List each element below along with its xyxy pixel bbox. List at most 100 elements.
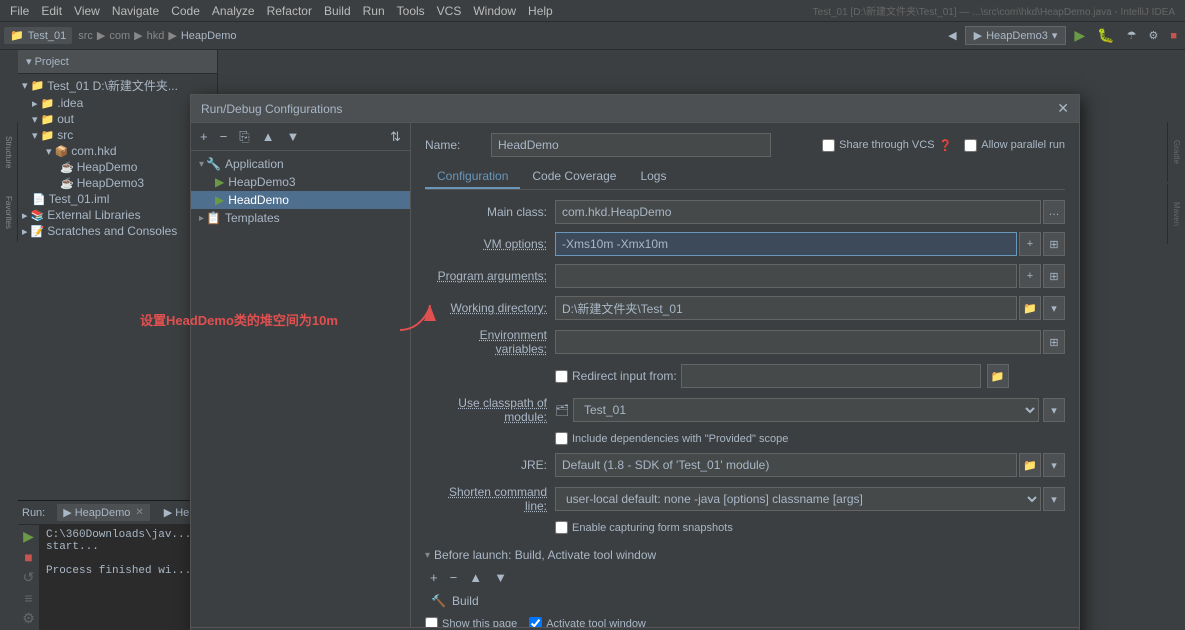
menu-analyze[interactable]: Analyze: [206, 4, 261, 18]
shorten-cmd-label: Shorten command line:: [425, 485, 555, 513]
tree-item-heapdemo3[interactable]: ☕ HeapDemo3: [18, 175, 217, 191]
menu-view[interactable]: View: [68, 4, 106, 18]
show-page-checkbox[interactable]: [425, 617, 438, 627]
dtree-templates[interactable]: ▸ 📋 Templates: [191, 209, 410, 227]
redirect-browse-btn[interactable]: 📁: [987, 364, 1009, 388]
dtree-headdemo[interactable]: ▶ HeadDemo: [191, 191, 410, 209]
debug-btn[interactable]: 🐛: [1093, 25, 1118, 46]
tab-configuration[interactable]: Configuration: [425, 165, 520, 189]
tree-item-scratches[interactable]: ▸ 📝 Scratches and Consoles: [18, 223, 217, 239]
enable-capture-checkbox[interactable]: [555, 521, 568, 534]
working-dir-expand-btn[interactable]: ▾: [1043, 296, 1065, 320]
ide-window: File Edit View Navigate Code Analyze Ref…: [0, 0, 1185, 630]
redirect-path-input[interactable]: [681, 364, 981, 388]
dialog-close-btn[interactable]: ✕: [1057, 100, 1069, 117]
menu-code[interactable]: Code: [165, 4, 206, 18]
vm-options-fullscreen-btn[interactable]: ⊞: [1043, 232, 1065, 256]
shorten-cmd-select[interactable]: user-local default: none -java [options]…: [555, 487, 1041, 511]
run-debug-dialog: Run/Debug Configurations ✕ + − ⎘ ▲ ▼ ⇅: [190, 94, 1080, 630]
menu-refactor[interactable]: Refactor: [261, 4, 318, 18]
tree-item-src[interactable]: ▾ 📁 src: [18, 127, 217, 143]
jre-expand-btn[interactable]: ▾: [1043, 453, 1065, 477]
run-tab-close-heapdemo[interactable]: ✕: [135, 507, 143, 518]
jre-browse-btn[interactable]: 📁: [1019, 453, 1041, 477]
tree-item-test01[interactable]: ▾ 📁 Test_01 D:\新建文件夹...: [18, 76, 217, 95]
working-dir-row: Working directory: 📁 ▾: [425, 296, 1065, 320]
menu-window[interactable]: Window: [467, 4, 522, 18]
name-input[interactable]: [491, 133, 771, 157]
dialog-copy-btn[interactable]: ⎘: [234, 127, 254, 147]
run-stop-btn[interactable]: ■: [23, 548, 33, 566]
activate-tool-checkbox[interactable]: [529, 617, 542, 627]
menu-run[interactable]: Run: [357, 4, 391, 18]
dtree-application[interactable]: ▾ 🔧 Application: [191, 155, 410, 173]
vm-options-expand-btn[interactable]: +: [1019, 232, 1041, 256]
tree-item-iml[interactable]: 📄 Test_01.iml: [18, 191, 217, 207]
redirect-checkbox[interactable]: [555, 370, 568, 383]
tree-item-heapdemo[interactable]: ☕ HeapDemo: [18, 159, 217, 175]
run-play-btn[interactable]: ▶: [22, 527, 35, 546]
tree-item-ext-libs[interactable]: ▸ 📚 External Libraries: [18, 207, 217, 223]
vm-options-input[interactable]: [555, 232, 1017, 256]
dialog-left-toolbar: + − ⎘ ▲ ▼ ⇅: [191, 123, 410, 151]
gradle-icon[interactable]: Gradle: [1167, 122, 1185, 182]
coverage-btn[interactable]: ☂: [1123, 27, 1141, 44]
tree-item-idea[interactable]: ▸ 📁 .idea: [18, 95, 217, 111]
run-scroll-btn[interactable]: ≡: [23, 589, 33, 607]
jre-input[interactable]: [555, 453, 1017, 477]
main-class-input[interactable]: [555, 200, 1041, 224]
program-args-fullscreen-btn[interactable]: ⊞: [1043, 264, 1065, 288]
dialog-move-down-btn[interactable]: ▼: [281, 127, 304, 146]
structure-icon[interactable]: Structure: [0, 122, 18, 182]
tree-item-out[interactable]: ▾ 📁 out: [18, 111, 217, 127]
env-vars-input[interactable]: [555, 330, 1041, 354]
menu-tools[interactable]: Tools: [391, 4, 431, 18]
menu-build[interactable]: Build: [318, 4, 357, 18]
include-deps-checkbox[interactable]: [555, 432, 568, 445]
program-args-input[interactable]: [555, 264, 1017, 288]
project-panel: ▾ Project ▾ 📁 Test_01 D:\新建文件夹... ▸ 📁 .i…: [18, 50, 218, 630]
back-btn[interactable]: ◀: [944, 27, 960, 44]
classpath-expand-btn[interactable]: ▾: [1043, 398, 1065, 422]
tab-logs[interactable]: Logs: [628, 165, 678, 189]
tab-code-coverage[interactable]: Code Coverage: [520, 165, 628, 189]
dialog-title: Run/Debug Configurations: [201, 102, 342, 116]
before-launch-remove-btn[interactable]: −: [445, 568, 463, 587]
run-rerun-btn[interactable]: ↺: [22, 568, 36, 587]
project-selector[interactable]: 📁 Test_01: [4, 27, 72, 44]
before-launch-down-btn[interactable]: ▼: [489, 568, 512, 587]
before-launch-up-btn[interactable]: ▲: [464, 568, 487, 587]
settings-btn[interactable]: ⚙: [1144, 27, 1162, 44]
menu-edit[interactable]: Edit: [35, 4, 68, 18]
menu-help[interactable]: Help: [522, 4, 559, 18]
stop-btn[interactable]: ■: [1166, 28, 1181, 44]
classpath-select[interactable]: Test_01: [573, 398, 1039, 422]
maven-icon[interactable]: Maven: [1167, 184, 1185, 244]
menu-navigate[interactable]: Navigate: [106, 4, 165, 18]
program-args-expand-btn[interactable]: +: [1019, 264, 1041, 288]
run-btn[interactable]: ▶: [1070, 25, 1089, 46]
menu-file[interactable]: File: [4, 4, 35, 18]
dialog-move-up-btn[interactable]: ▲: [257, 127, 280, 146]
menu-vcs[interactable]: VCS: [431, 4, 468, 18]
env-vars-browse-btn[interactable]: ⊞: [1043, 330, 1065, 354]
before-launch-collapse-icon[interactable]: ▾: [425, 550, 430, 561]
dtree-heapdemo3[interactable]: ▶ HeapDemo3: [191, 173, 410, 191]
run-settings-btn[interactable]: ⚙: [21, 609, 36, 628]
working-dir-browse-btn[interactable]: 📁: [1019, 296, 1041, 320]
allow-parallel-checkbox[interactable]: [964, 139, 977, 152]
run-tab-heapdemo[interactable]: ▶ HeapDemo ✕: [57, 504, 150, 521]
shorten-cmd-expand-btn[interactable]: ▾: [1043, 487, 1065, 511]
dialog-add-btn[interactable]: +: [195, 127, 213, 146]
build-label: Build: [452, 594, 479, 608]
share-vcs-checkbox[interactable]: [822, 139, 835, 152]
working-dir-input[interactable]: [555, 296, 1017, 320]
before-launch-add-btn[interactable]: +: [425, 568, 443, 587]
main-class-browse-btn[interactable]: …: [1043, 200, 1065, 224]
favorites-icon[interactable]: Favorites: [0, 182, 18, 242]
share-vcs-help[interactable]: ❓: [939, 139, 953, 152]
tree-item-comhkd[interactable]: ▾ 📦 com.hkd: [18, 143, 217, 159]
dialog-sort-btn[interactable]: ⇅: [385, 127, 406, 147]
dialog-remove-btn[interactable]: −: [215, 127, 233, 146]
run-config-selector[interactable]: ▶ HeapDemo3 ▾: [965, 26, 1067, 45]
